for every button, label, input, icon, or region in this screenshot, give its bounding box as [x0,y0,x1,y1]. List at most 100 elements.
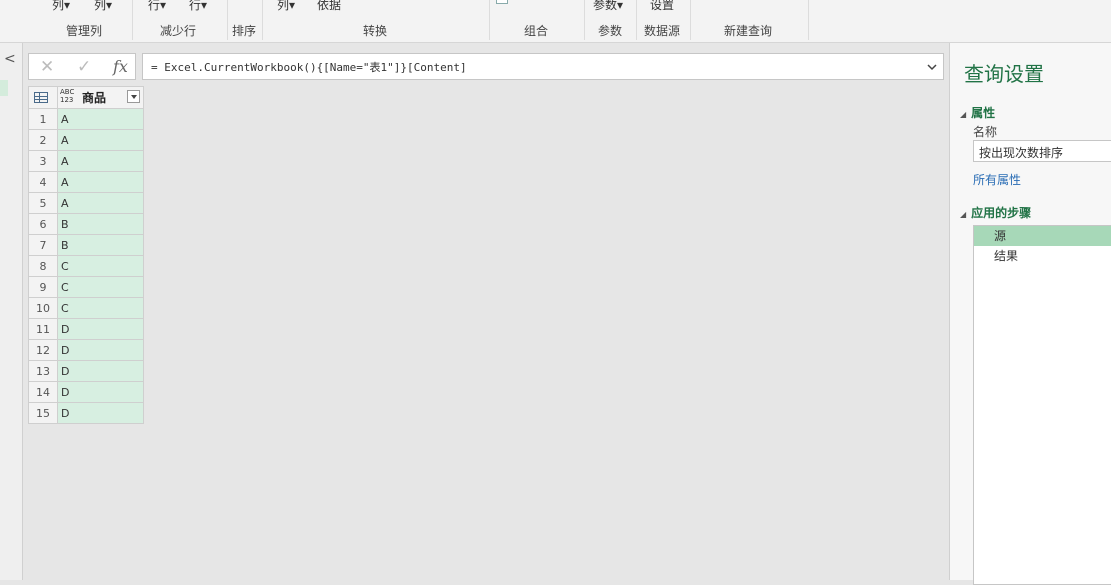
table-row[interactable]: 12 D [28,339,144,361]
table-row[interactable]: 3A [28,150,144,172]
row-number[interactable]: 11 [28,318,58,340]
cell-product[interactable]: A [57,150,144,172]
ribbon-divider [489,0,490,40]
ribbon-divider [584,0,585,40]
ribbon-divider [636,0,637,40]
table-row[interactable]: 4A [28,171,144,193]
row-number[interactable]: 3 [28,150,58,172]
ribbon-column-dropdown-1[interactable]: 列▾ [52,0,70,13]
cell-product[interactable]: D [57,318,144,340]
row-number[interactable]: 6 [28,213,58,235]
type-any-icon[interactable]: ABC 123 [60,88,74,104]
fx-icon[interactable]: fx [113,57,128,77]
row-number[interactable]: 12 [28,339,58,361]
properties-section[interactable]: ◢ 属性 [960,104,995,121]
applied-steps-list: 源 结果 [973,225,1111,585]
group-label-new-query: 新建查询 [724,24,773,38]
cell-product[interactable]: D [57,360,144,382]
ribbon-divider [690,0,691,40]
group-label-sort: 排序 [232,24,257,38]
collapse-triangle-icon[interactable]: ◢ [960,110,966,119]
group-label-manage-columns: 管理列 [66,24,103,38]
formula-actions: ✕ ✓ fx [28,53,136,80]
filter-dropdown-icon[interactable] [127,90,140,103]
ribbon-row-dropdown-1[interactable]: 行▾ [148,0,166,13]
query-settings-pane: 查询设置 ◢ 属性 名称 按出现次数排序 所有属性 ◢ 应用的步骤 源 结果 [949,43,1111,585]
ribbon-divider [808,0,809,40]
cell-product[interactable]: B [57,213,144,235]
table-row[interactable]: 2A [28,129,144,151]
query-indicator [0,80,8,96]
table-row[interactable]: 8C [28,255,144,277]
cell-product[interactable]: A [57,192,144,214]
table-row[interactable]: 11 D [28,318,144,340]
cell-product[interactable]: D [57,381,144,403]
query-name-input[interactable]: 按出现次数排序 [973,140,1111,162]
ribbon: 列▾ 列▾ 行▾ 行▾ 列▾ 依据 参数▾ 设置 管理列 减少行 排序 转换 组… [0,0,1111,43]
row-number[interactable]: 9 [28,276,58,298]
cell-product[interactable]: C [57,297,144,319]
ribbon-group-by-button[interactable]: 依据 [317,0,341,13]
data-preview-table: ABC 123 商品 1 A 2 A 3 A 4 A 5 A 6 B 7 B 8 C 9 C 10 C 11 D 12 D 13 D… [28,86,144,424]
cell-product[interactable]: A [57,171,144,193]
cell-product[interactable]: A [57,108,144,130]
group-label-parameters: 参数 [598,24,623,38]
step-result[interactable]: 结果 [974,246,1111,266]
queries-pane-collapsed [0,43,23,580]
cell-product[interactable]: C [57,255,144,277]
cell-product[interactable]: D [57,339,144,361]
table-row[interactable]: 6B [28,213,144,235]
column-name: 商品 [82,91,107,105]
row-number[interactable]: 15 [28,402,58,424]
ribbon-parameters-dropdown[interactable]: 参数▾ [593,0,623,13]
table-row[interactable]: 7B [28,234,144,256]
commit-icon[interactable]: ✓ [77,57,91,77]
row-number[interactable]: 7 [28,234,58,256]
column-header-product[interactable]: ABC 123 商品 [57,86,144,109]
group-label-data-source: 数据源 [644,24,681,38]
group-label-transform: 转换 [363,24,388,38]
pane-title: 查询设置 [964,62,1044,86]
table-row[interactable]: 14 D [28,381,144,403]
cell-product[interactable]: A [57,129,144,151]
ribbon-settings-button[interactable]: 设置 [650,0,674,13]
ribbon-divider [227,0,228,40]
cell-product[interactable]: C [57,276,144,298]
group-label-combine: 组合 [524,24,549,38]
all-properties-link[interactable]: 所有属性 [973,171,1021,188]
formula-bar[interactable]: = Excel.CurrentWorkbook(){[Name="表1"]}[C… [142,53,944,80]
table-row[interactable]: 1A [28,108,144,130]
row-number[interactable]: 14 [28,381,58,403]
table-row[interactable]: 13 D [28,360,144,382]
row-number[interactable]: 5 [28,192,58,214]
ribbon-divider [132,0,133,40]
table-row[interactable]: 10 C [28,297,144,319]
table-corner[interactable] [28,86,58,109]
collapse-triangle-icon[interactable]: ◢ [960,210,966,219]
formula-text[interactable]: = Excel.CurrentWorkbook(){[Name="表1"]}[C… [151,59,467,75]
ribbon-row-dropdown-2[interactable]: 行▾ [189,0,207,13]
ribbon-column-dropdown-2[interactable]: 列▾ [94,0,112,13]
row-number[interactable]: 1 [28,108,58,130]
table-icon[interactable] [34,92,48,103]
row-number[interactable]: 2 [28,129,58,151]
ribbon-divider [262,0,263,40]
cell-product[interactable]: B [57,234,144,256]
table-row[interactable]: 9C [28,276,144,298]
ribbon-checkbox-icon[interactable] [496,0,508,4]
step-source[interactable]: 源 [974,226,1111,246]
chevron-down-icon[interactable] [927,62,937,72]
expand-queries-icon[interactable]: < [4,52,16,66]
row-number[interactable]: 13 [28,360,58,382]
row-number[interactable]: 10 [28,297,58,319]
row-number[interactable]: 8 [28,255,58,277]
row-number[interactable]: 4 [28,171,58,193]
cell-product[interactable]: D [57,402,144,424]
name-label: 名称 [973,125,998,139]
group-label-reduce-rows: 减少行 [160,24,197,38]
cancel-icon[interactable]: ✕ [40,57,54,77]
table-row[interactable]: 5A [28,192,144,214]
ribbon-split-column-dropdown[interactable]: 列▾ [277,0,295,13]
table-row[interactable]: 15 D [28,402,144,424]
applied-steps-section[interactable]: ◢ 应用的步骤 [960,204,1031,221]
